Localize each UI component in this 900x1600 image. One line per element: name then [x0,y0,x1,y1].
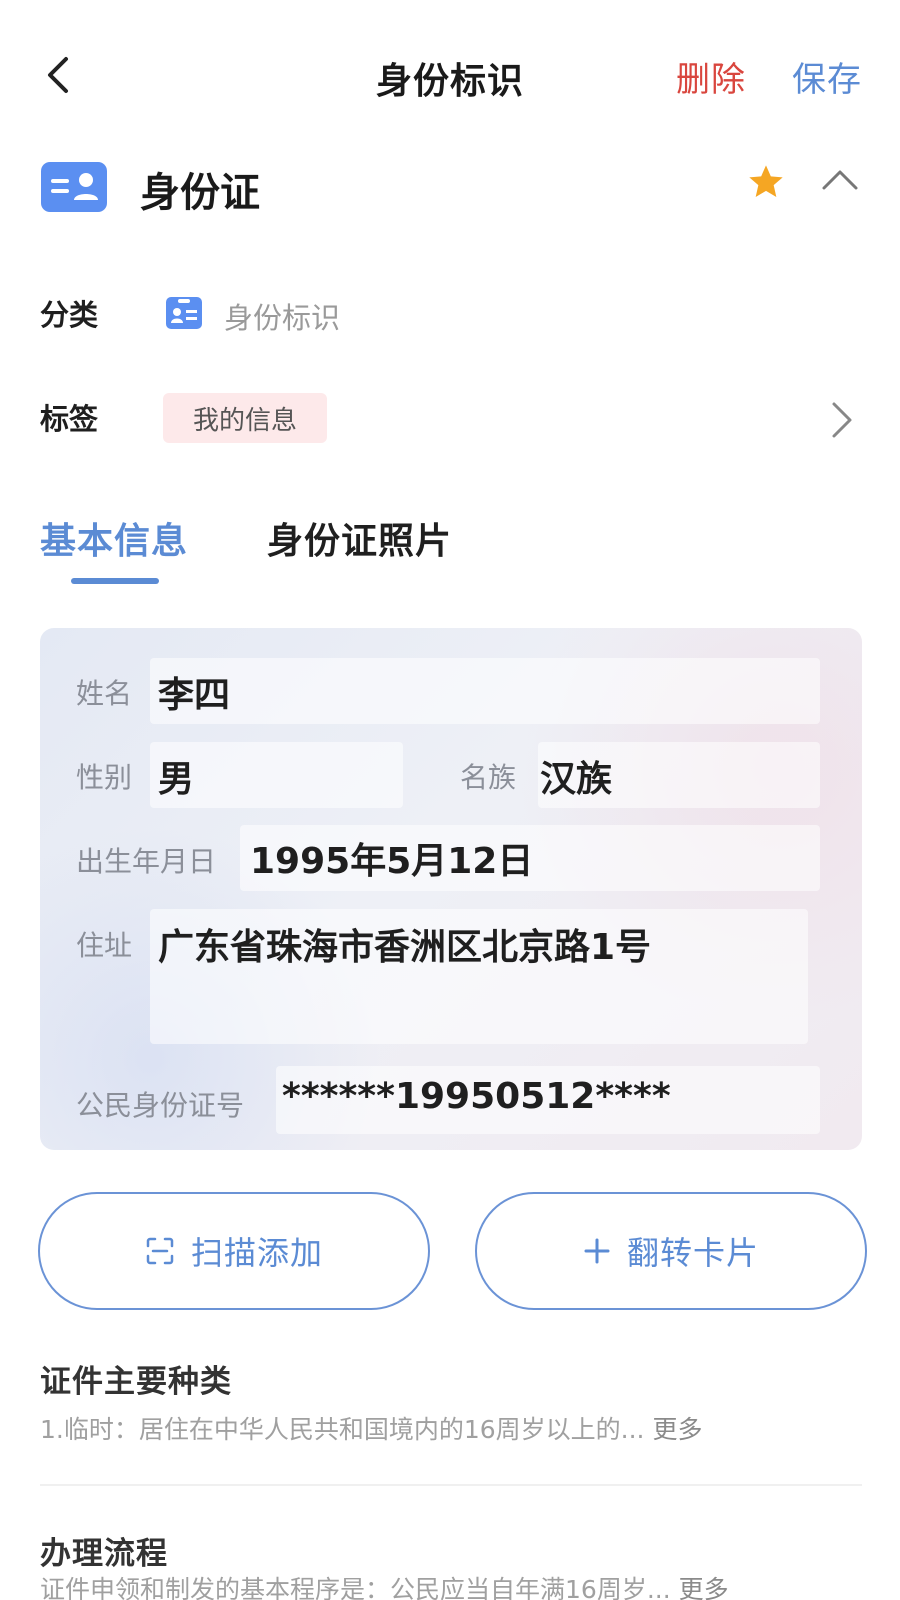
tab-id-photo[interactable]: 身份证照片 [267,512,452,564]
section-title-types: 证件主要种类 [40,1364,232,1400]
delete-button[interactable]: 删除 [676,52,746,101]
plus-icon [583,1237,611,1265]
more-link-process[interactable]: 更多 [679,1575,729,1600]
section-desc-types-text: 1.临时：居住在中华人民共和国境内的16周岁以上的... [40,1415,645,1444]
section-desc-process: 证件申领和制发的基本程序是：公民应当自年满16周岁... 更多 [40,1570,729,1600]
address-value: 广东省珠海市香洲区北京路1号 [158,927,652,968]
category-label: 分类 [40,298,99,332]
ethnicity-value: 汉族 [540,759,613,800]
flip-card-label: 翻转卡片 [626,1234,759,1272]
section-desc-types: 1.临时：居住在中华人民共和国境内的16周岁以上的... 更多 [40,1410,702,1446]
chevron-up-icon [822,170,858,190]
section-desc-process-text: 证件申领和制发的基本程序是：公民应当自年满16周岁... [40,1575,671,1600]
gender-label: 性别 [76,761,133,794]
favorite-button[interactable] [746,162,790,206]
tags-label: 标签 [40,402,99,436]
active-tab-indicator [71,578,159,584]
birth-label: 出生年月日 [76,845,217,878]
id-card: 姓名 李四 性别 男 名族 汉族 出生年月日 1995年5月12日 住址 广东省… [40,628,862,1150]
id-number-value: ******19950512**** [282,1076,671,1117]
gender-value: 男 [158,759,195,800]
scan-add-button[interactable]: 扫描添加 [38,1192,430,1310]
scan-add-label: 扫描添加 [190,1234,323,1272]
save-button[interactable]: 保存 [792,52,862,101]
ethnicity-label: 名族 [460,761,517,794]
id-badge-icon [166,297,202,329]
document-name: 身份证 [140,170,260,216]
divider [40,1484,862,1486]
category-value[interactable]: 身份标识 [224,295,340,337]
flip-card-button[interactable]: 翻转卡片 [475,1192,867,1310]
address-label: 住址 [76,929,133,962]
tags-arrow[interactable] [826,398,856,442]
page-title: 身份标识 [375,61,524,102]
collapse-button[interactable] [820,164,864,204]
more-link-types[interactable]: 更多 [652,1415,702,1444]
id-number-label: 公民身份证号 [76,1089,245,1122]
star-icon [749,165,783,197]
birth-value: 1995年5月12日 [250,841,534,882]
name-label: 姓名 [76,677,133,710]
id-card-icon [41,162,107,212]
section-title-process: 办理流程 [40,1536,168,1572]
chevron-right-icon [832,402,852,438]
tag-chip[interactable]: 我的信息 [163,393,327,443]
tab-basic-info[interactable]: 基本信息 [40,512,188,564]
name-value: 李四 [158,675,231,716]
scan-icon [145,1236,175,1266]
document-header: 身份证 [0,148,900,228]
top-bar: 身份标识 删除 保存 [0,40,900,110]
